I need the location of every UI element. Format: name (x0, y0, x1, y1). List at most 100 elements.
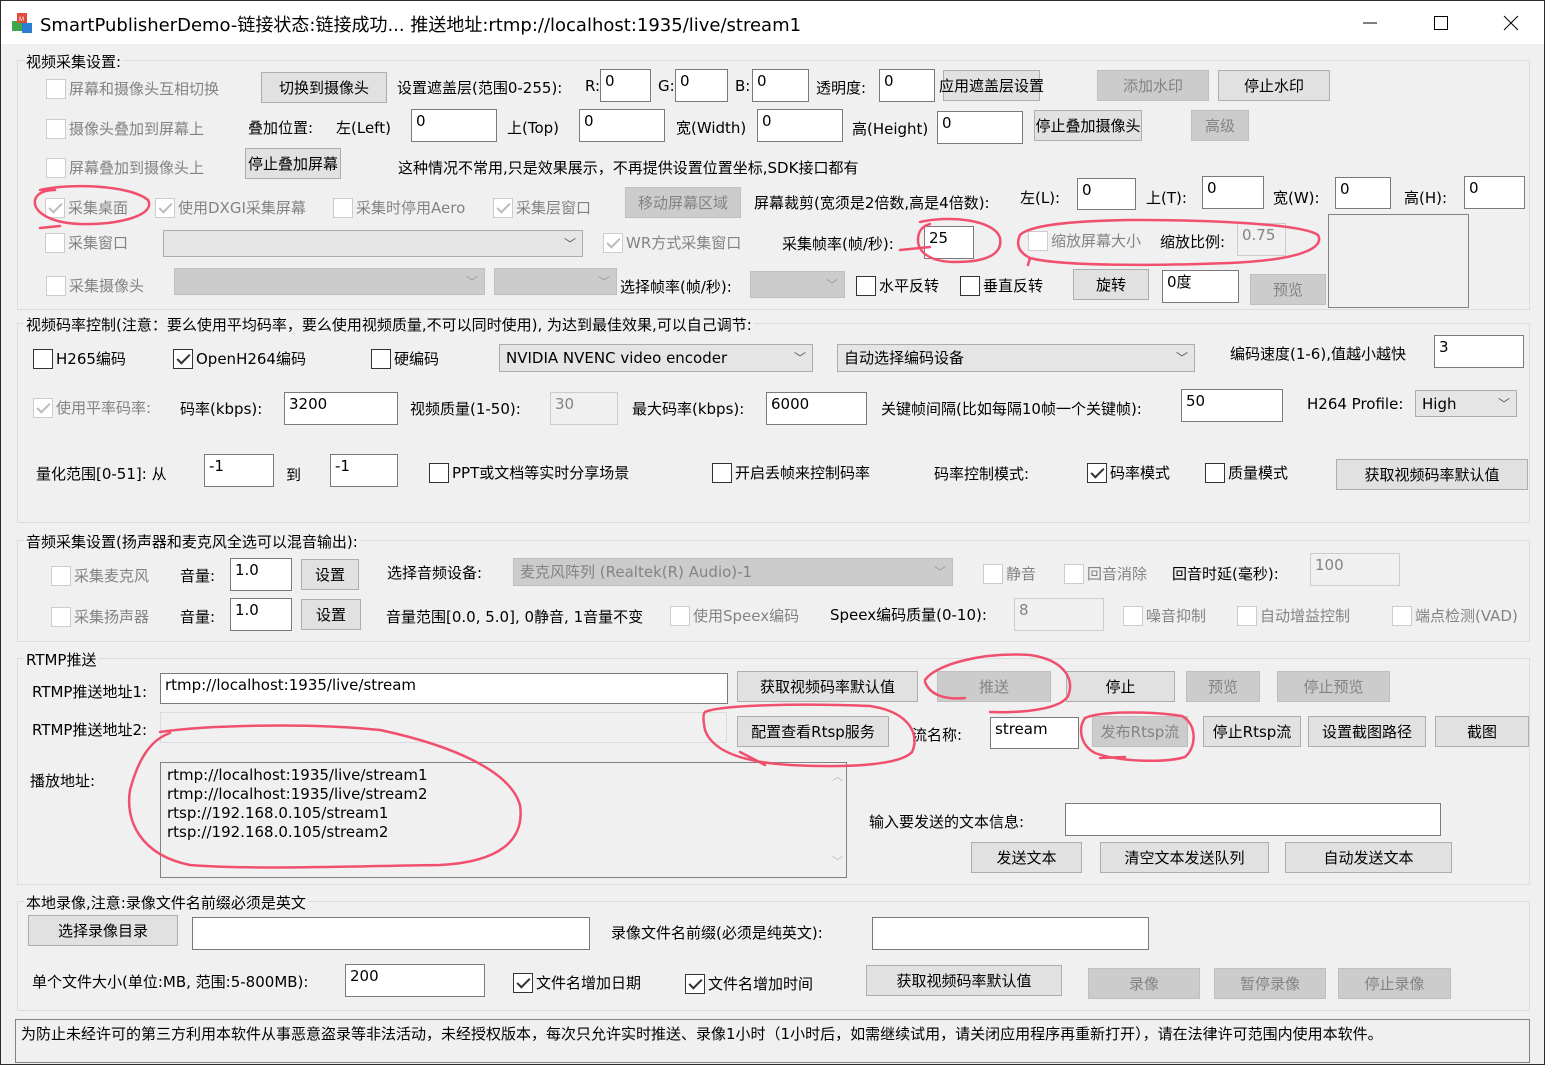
text-message-input[interactable] (1065, 803, 1441, 836)
switch-screen-camera-checkbox[interactable]: 屏幕和摄像头互相切换 (46, 78, 219, 99)
switch-to-camera-button[interactable]: 切换到摄像头 (261, 72, 387, 103)
stop-rtsp-button[interactable]: 停止Rtsp流 (1203, 716, 1301, 747)
r-input[interactable]: 0 (600, 69, 651, 102)
rtmp-url1-input[interactable]: rtmp://localhost:1935/live/stream (160, 673, 728, 704)
bitrate-mode-checkbox[interactable]: 码率模式 (1087, 462, 1170, 483)
overlay-top-input[interactable]: 0 (579, 109, 665, 142)
record-dir-input[interactable] (192, 917, 590, 950)
mic-volume-input[interactable]: 1.0 (230, 558, 292, 591)
speex-quality-input[interactable]: 8 (1014, 598, 1104, 631)
vad-checkbox[interactable]: 端点检测(VAD) (1392, 605, 1518, 626)
get-default-bitrate-button[interactable]: 获取视频码率默认值 (1336, 459, 1528, 490)
publish-rtsp-button[interactable]: 发布Rtsp流 (1092, 716, 1188, 747)
record-get-default-button[interactable]: 获取视频码率默认值 (866, 965, 1062, 996)
stop-overlay-screen-button[interactable]: 停止叠加屏幕 (245, 148, 341, 179)
stop-push-button[interactable]: 停止 (1066, 671, 1175, 702)
stop-watermark-button[interactable]: 停止水印 (1218, 70, 1330, 101)
echo-cancel-checkbox[interactable]: 回音消除 (1064, 563, 1147, 584)
scale-screen-checkbox[interactable]: 缩放屏幕大小 (1028, 230, 1141, 251)
bitrate-input[interactable]: 3200 (284, 392, 398, 425)
scroll-down-icon[interactable]: ﹀ (832, 852, 843, 871)
capture-desktop-checkbox[interactable]: 采集桌面 (45, 197, 128, 218)
speaker-volume-input[interactable]: 1.0 (230, 598, 292, 631)
close-button[interactable] (1476, 1, 1545, 45)
advanced-button[interactable]: 高级 (1191, 110, 1249, 141)
maximize-button[interactable] (1406, 1, 1476, 45)
file-size-input[interactable]: 200 (345, 964, 485, 997)
overlay-height-input[interactable]: 0 (937, 111, 1023, 144)
noise-suppress-checkbox[interactable]: 噪音抑制 (1123, 605, 1206, 626)
screen-overlay-camera-checkbox[interactable]: 屏幕叠加到摄像头上 (46, 157, 204, 178)
capture-layered-window-checkbox[interactable]: 采集层窗口 (493, 197, 591, 218)
scroll-up-icon[interactable]: ︿ (832, 767, 843, 786)
mute-checkbox[interactable]: 静音 (983, 563, 1036, 584)
vertical-scrollbar[interactable]: ︿ ﹀ (828, 763, 846, 877)
record-button[interactable]: 录像 (1088, 968, 1200, 999)
capture-speaker-checkbox[interactable]: 采集扬声器 (51, 606, 149, 627)
snapshot-button[interactable]: 截图 (1435, 716, 1529, 747)
speaker-volume-set-button[interactable]: 设置 (301, 599, 361, 630)
g-input[interactable]: 0 (675, 69, 728, 102)
audio-device-select[interactable]: 麦克风阵列 (Realtek(R) Audio)-1 ﹀ (513, 558, 953, 586)
set-snapshot-path-button[interactable]: 设置截图路径 (1308, 716, 1426, 747)
capture-camera-checkbox[interactable]: 采集摄像头 (46, 275, 144, 296)
wr-capture-checkbox[interactable]: WR方式采集窗口 (603, 232, 741, 253)
minimize-button[interactable] (1335, 1, 1405, 45)
auto-send-text-button[interactable]: 自动发送文本 (1285, 842, 1452, 873)
stop-overlay-camera-button[interactable]: 停止叠加摄像头 (1034, 110, 1142, 141)
stop-preview-button[interactable]: 停止预览 (1277, 671, 1390, 702)
preview-button[interactable]: 预览 (1250, 274, 1326, 305)
apply-mask-button[interactable]: 应用遮盖层设置 (939, 70, 1044, 101)
use-dxgi-checkbox[interactable]: 使用DXGI采集屏幕 (155, 197, 306, 218)
camera-overlay-screen-checkbox[interactable]: 摄像头叠加到屏幕上 (46, 118, 204, 139)
hw-encode-checkbox[interactable]: 硬编码 (371, 348, 439, 369)
overlay-width-input[interactable]: 0 (757, 109, 843, 142)
move-screen-region-button[interactable]: 移动屏幕区域 (625, 187, 741, 218)
rtsp-config-button[interactable]: 配置查看Rtsp服务 (737, 716, 889, 747)
camera-select[interactable]: ﹀ (174, 268, 485, 295)
gop-input[interactable]: 50 (1181, 389, 1283, 422)
add-date-checkbox[interactable]: 文件名增加日期 (513, 972, 641, 993)
rotate-value-input[interactable]: 0度 (1162, 270, 1239, 303)
b-input[interactable]: 0 (752, 69, 809, 102)
clear-text-queue-button[interactable]: 清空文本发送队列 (1100, 842, 1269, 873)
select-fps-dropdown[interactable]: ﹀ (750, 271, 845, 298)
pause-record-button[interactable]: 暂停录像 (1214, 968, 1326, 999)
record-prefix-input[interactable] (872, 917, 1149, 950)
agc-checkbox[interactable]: 自动增益控制 (1237, 605, 1350, 626)
scale-ratio-input[interactable]: 0.75 (1237, 223, 1286, 256)
profile-select[interactable]: High ﹀ (1415, 390, 1517, 417)
add-time-checkbox[interactable]: 文件名增加时间 (685, 973, 813, 994)
openh264-checkbox[interactable]: OpenH264编码 (173, 348, 306, 369)
send-text-button[interactable]: 发送文本 (971, 842, 1082, 873)
stop-record-button[interactable]: 停止录像 (1338, 968, 1451, 999)
rtmp-url2-input[interactable] (160, 712, 727, 743)
encode-speed-input[interactable]: 3 (1434, 335, 1524, 368)
resolution-select[interactable]: ﹀ (494, 268, 617, 295)
crop-top-input[interactable]: 0 (1202, 176, 1264, 209)
rotate-button[interactable]: 旋转 (1073, 269, 1149, 300)
choose-record-dir-button[interactable]: 选择录像目录 (28, 915, 178, 946)
stream-name-input[interactable]: stream (990, 717, 1079, 749)
quality-input[interactable]: 30 (550, 392, 618, 425)
ppt-scene-checkbox[interactable]: PPT或文档等实时分享场景 (429, 462, 629, 483)
play-urls-textarea[interactable]: rtmp://localhost:1935/live/stream1 rtmp:… (160, 762, 847, 878)
capture-window-checkbox[interactable]: 采集窗口 (45, 232, 128, 253)
mic-volume-set-button[interactable]: 设置 (301, 559, 359, 590)
use-avg-bitrate-checkbox[interactable]: 使用平率码率: (33, 397, 151, 418)
qp-from-input[interactable]: -1 (204, 454, 274, 487)
rtmp-get-default-button[interactable]: 获取视频码率默认值 (737, 671, 918, 702)
alpha-input[interactable]: 0 (879, 69, 935, 102)
fps-input[interactable]: 25 (924, 226, 974, 259)
disable-aero-checkbox[interactable]: 采集时停用Aero (333, 197, 465, 218)
qp-to-input[interactable]: -1 (330, 454, 398, 487)
encoder-select[interactable]: NVIDIA NVENC video encoder ﹀ (499, 344, 813, 372)
flip-vertical-checkbox[interactable]: 垂直反转 (960, 275, 1043, 296)
crop-left-input[interactable]: 0 (1077, 178, 1136, 210)
rtmp-preview-button[interactable]: 预览 (1186, 671, 1260, 702)
use-speex-checkbox[interactable]: 使用Speex编码 (670, 605, 799, 626)
capture-mic-checkbox[interactable]: 采集麦克风 (51, 565, 149, 586)
crop-height-input[interactable]: 0 (1464, 176, 1525, 209)
frame-drop-checkbox[interactable]: 开启丢帧来控制码率 (712, 462, 870, 483)
crop-width-input[interactable]: 0 (1335, 177, 1391, 209)
